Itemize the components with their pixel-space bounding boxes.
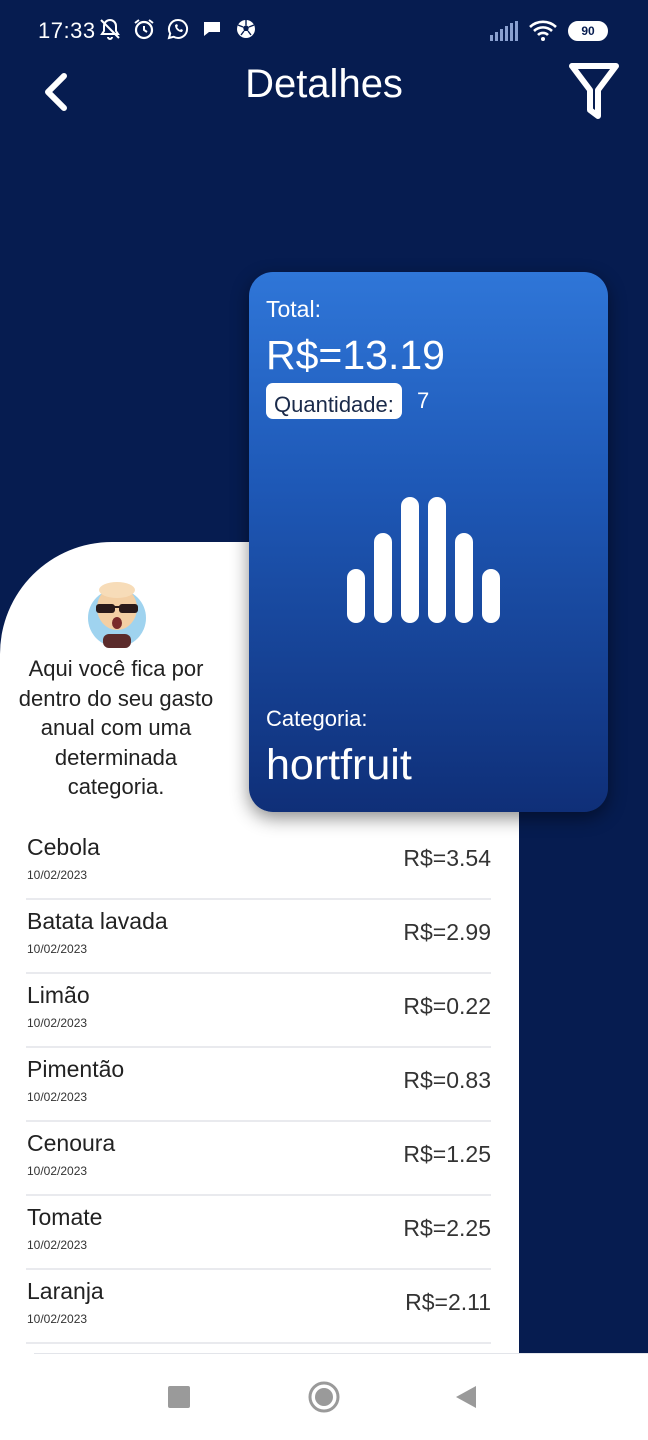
notifications-off-icon: [100, 18, 120, 40]
signal-icon: [490, 21, 518, 41]
triangle-left-icon: [456, 1386, 476, 1408]
item-name: Cebola: [27, 834, 100, 860]
chat-icon: [204, 22, 220, 36]
equalizer-bar: [428, 497, 446, 623]
avatar-sunglasses-icon: [88, 582, 146, 648]
battery-icon: 90: [568, 21, 608, 41]
item-price: R$=2.99: [403, 919, 491, 945]
circle-icon: [308, 1381, 340, 1413]
item-name: Batata lavada: [27, 908, 168, 934]
list-item[interactable]: Pimentão 10/02/2023 R$=0.83: [26, 1048, 491, 1122]
item-name: Pimentão: [27, 1056, 125, 1082]
category-label: Categoria:: [266, 706, 368, 731]
item-date: 10/02/2023: [27, 1164, 88, 1178]
item-date: 10/02/2023: [27, 1312, 88, 1326]
info-text: Aqui você fica por dentro do seu gasto a…: [18, 656, 214, 799]
item-name: Cenoura: [27, 1130, 116, 1156]
item-list: Cebola 10/02/2023 R$=3.54 Batata lavada …: [26, 826, 491, 1344]
item-price: R$=1.25: [403, 1141, 491, 1167]
item-price: R$=2.25: [403, 1215, 491, 1241]
list-item[interactable]: Tomate 10/02/2023 R$=2.25: [26, 1196, 491, 1270]
home-button[interactable]: [307, 1380, 341, 1414]
equalizer-bar: [482, 569, 500, 623]
quantity-label: Quantidade:: [266, 383, 402, 419]
list-item[interactable]: Laranja 10/02/2023 R$=2.11: [26, 1270, 491, 1344]
whatsapp-icon: [167, 18, 189, 40]
summary-card: Total: R$=13.19 Quantidade: 7 Categoria:…: [249, 272, 608, 812]
soccer-ball-icon: [237, 20, 255, 38]
item-date: 10/02/2023: [27, 868, 88, 882]
item-name: Limão: [27, 982, 90, 1008]
equalizer-bar: [455, 533, 473, 623]
filter-button[interactable]: [566, 60, 622, 122]
alarm-icon: [134, 19, 154, 40]
quantity-value: 7: [417, 388, 430, 413]
item-price: R$=3.54: [403, 845, 491, 871]
status-bar: 17:33 90: [0, 0, 648, 62]
status-system-icons: 90: [490, 20, 608, 42]
equalizer-icon: [347, 497, 501, 623]
avatar: [86, 578, 148, 648]
back-nav-button[interactable]: [450, 1380, 484, 1414]
item-date: 10/02/2023: [27, 942, 88, 956]
item-date: 10/02/2023: [27, 1016, 88, 1030]
total-value: R$=13.19: [266, 332, 445, 378]
filter-icon: [569, 63, 619, 119]
equalizer-bar: [347, 569, 365, 623]
system-nav-bar: [0, 1354, 648, 1440]
item-name: Tomate: [27, 1204, 103, 1230]
item-price: R$=0.22: [403, 993, 491, 1019]
item-price: R$=2.11: [405, 1289, 491, 1315]
screen: 17:33 90 Detalhes Aqui você fica por den…: [0, 0, 648, 1440]
category-value: hortfruit: [266, 741, 412, 789]
page-title: Detalhes: [245, 62, 403, 106]
item-date: 10/02/2023: [27, 1090, 88, 1104]
list-item[interactable]: Cebola 10/02/2023 R$=3.54: [26, 826, 491, 900]
equalizer-bar: [374, 533, 392, 623]
status-notification-icons: [98, 16, 258, 42]
battery-level: 90: [581, 24, 595, 38]
square-icon: [168, 1386, 190, 1408]
item-date: 10/02/2023: [27, 1238, 88, 1252]
wifi-icon: [529, 20, 557, 41]
list-item[interactable]: Cenoura 10/02/2023 R$=1.25: [26, 1122, 491, 1196]
equalizer-bar: [401, 497, 419, 623]
item-name: Laranja: [27, 1278, 104, 1304]
list-item[interactable]: Limão 10/02/2023 R$=0.22: [26, 974, 491, 1048]
recents-button[interactable]: [162, 1380, 196, 1414]
list-item[interactable]: Batata lavada 10/02/2023 R$=2.99: [26, 900, 491, 974]
status-time: 17:33: [38, 18, 96, 43]
item-price: R$=0.83: [403, 1067, 491, 1093]
total-label: Total:: [266, 296, 321, 322]
